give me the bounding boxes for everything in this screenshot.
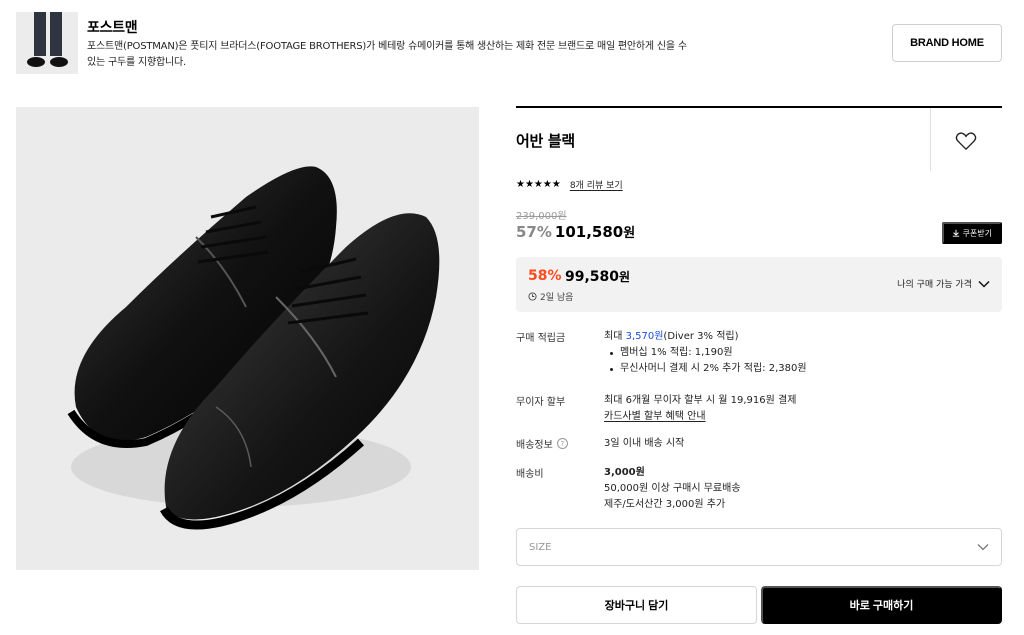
shipping-fee-label: 배송비 — [516, 469, 544, 480]
brand-description: 포스트맨(POSTMAN)은 풋티지 브라더스(FOOTAGE BROTHERS… — [87, 41, 687, 68]
installment-link[interactable]: 카드사별 할부 혜택 안내 — [604, 409, 796, 425]
installment-text: 최대 6개월 무이자 할부 시 월 19,916원 결제 — [604, 395, 797, 406]
wishlist-button[interactable] — [953, 128, 979, 154]
shipping-info-label-wrap: 배송정보 ? — [516, 436, 568, 451]
brand-thumbnail[interactable] — [16, 12, 78, 74]
add-to-cart-button[interactable]: 장바구니 담기 — [516, 586, 757, 624]
shipping-info-text: 3일 이내 배송 시작 — [604, 438, 685, 449]
coupon-label: 쿠폰받기 — [962, 228, 992, 238]
my-price-toggle[interactable]: 나의 구매 가능 가격 — [897, 277, 990, 290]
best-price-timer: 2일 남음 — [528, 290, 573, 303]
size-placeholder: SIZE — [529, 541, 552, 553]
chevron-down-icon — [977, 544, 989, 551]
title-divider — [930, 108, 931, 171]
coupon-button[interactable]: 쿠폰받기 — [941, 222, 1002, 244]
points-label: 구매 적립금 — [516, 333, 566, 344]
my-price-label: 나의 구매 가능 가격 — [897, 280, 972, 290]
brand-name[interactable]: 포스트맨 — [87, 17, 138, 37]
installment-label: 무이자 할부 — [516, 397, 566, 408]
review-link[interactable]: 8개 리뷰 보기 — [570, 178, 623, 191]
download-icon — [952, 229, 959, 237]
points-prefix: 최대 — [604, 331, 626, 342]
price-unit: 원 — [623, 226, 636, 241]
rating-stars: ★★★★★ — [516, 179, 561, 190]
shipping-info-label: 배송정보 — [516, 440, 553, 451]
help-icon[interactable]: ? — [556, 438, 568, 449]
best-price-value: 99,580 — [565, 269, 620, 285]
brand-header: 포스트맨 포스트맨(POSTMAN)은 풋티지 브라더스(FOOTAGE BRO… — [16, 12, 1002, 74]
best-price-unit: 원 — [619, 270, 631, 284]
product-title: 어반 블랙 — [516, 132, 575, 150]
island-shipping-note: 제주/도서산간 3,000원 추가 — [604, 499, 726, 510]
product-image — [16, 107, 479, 570]
best-price: 99,580원 — [565, 268, 630, 285]
points-bullet: 무신사머니 결제 시 2% 추가 적립: 2,380원 — [604, 361, 807, 377]
best-price-box: 58% 99,580원 2일 남음 나의 구매 가능 가격 — [516, 257, 1002, 312]
best-discount-rate: 58% — [528, 268, 562, 284]
buy-now-button[interactable]: 바로 구매하기 — [761, 586, 1002, 624]
points-suffix: (Diver 3% 적립) — [663, 331, 739, 342]
shipping-fee-value: 3,000원 50,000원 이상 구매시 무료배송 제주/도서산간 3,000… — [604, 465, 741, 513]
original-price: 239,000원 — [516, 211, 567, 222]
clock-icon — [528, 292, 537, 301]
points-amount: 3,570원 — [625, 331, 664, 342]
size-select[interactable]: SIZE — [516, 528, 1002, 566]
discount-rate: 57% — [516, 223, 552, 241]
free-shipping-note: 50,000원 이상 구매시 무료배송 — [604, 483, 741, 494]
chevron-down-icon — [978, 280, 990, 288]
price-row: 57% 101,580 원 — [516, 222, 635, 241]
points-value: 최대 3,570원(Diver 3% 적립) 멤버십 1% 적립: 1,190원… — [604, 329, 807, 377]
timer-text: 2일 남음 — [540, 293, 574, 303]
installment-value: 최대 6개월 무이자 할부 시 월 19,916원 결제 카드사별 할부 혜택 … — [604, 393, 796, 425]
rating: ★★★★★ 8개 리뷰 보기 — [516, 178, 623, 191]
brand-home-button[interactable]: BRAND HOME — [892, 24, 1002, 62]
heart-outline-icon — [955, 132, 977, 150]
points-bullet: 멤버십 1% 적립: 1,190원 — [604, 345, 807, 361]
sale-price: 101,580 — [554, 223, 624, 241]
shipping-fee: 3,000원 — [604, 467, 645, 478]
